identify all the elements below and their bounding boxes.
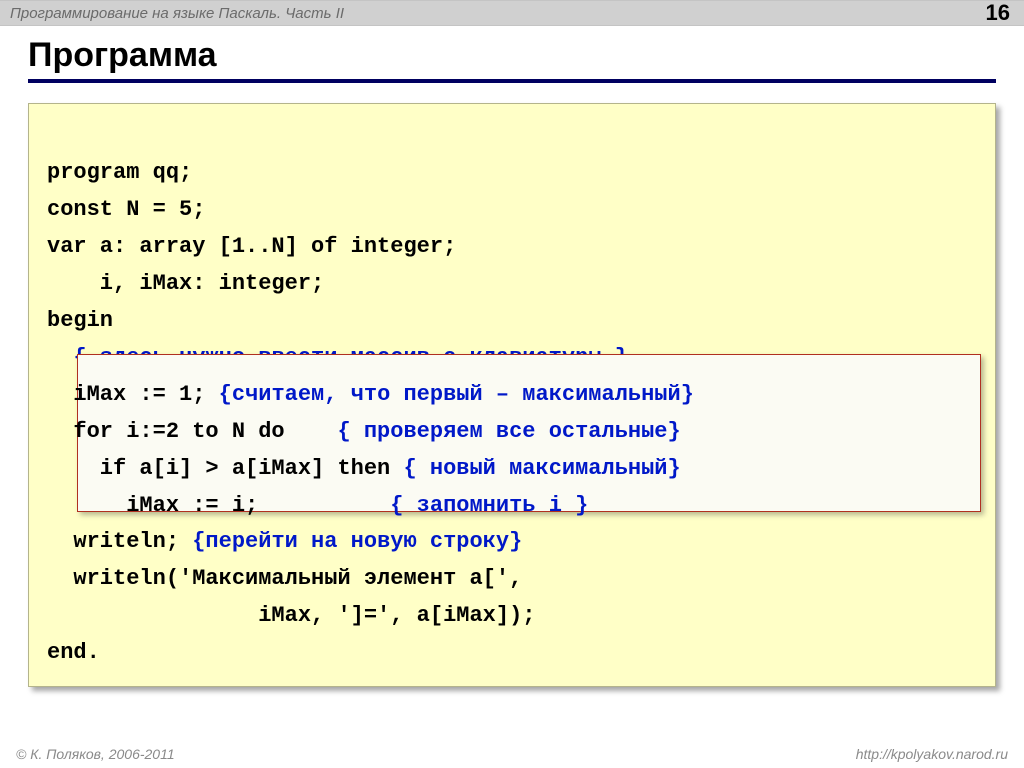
code-line: const N = 5;	[47, 197, 205, 222]
footer-url: http://kpolyakov.narod.ru	[856, 746, 1008, 762]
code-comment: {считаем, что первый – максимальный}	[219, 382, 694, 407]
footer: © К. Поляков, 2006-2011 http://kpolyakov…	[0, 746, 1024, 762]
code-line: iMax, ']=', a[iMax]);	[47, 603, 535, 628]
code-line: program qq;	[47, 160, 192, 185]
code-text: writeln;	[47, 529, 192, 554]
copyright: © К. Поляков, 2006-2011	[16, 746, 175, 762]
code-comment: {перейти на новую строку}	[192, 529, 522, 554]
code-text: iMax := i;	[47, 493, 390, 518]
code-text: for i:=2 to N do	[47, 419, 337, 444]
code-line: writeln('Максимальный элемент a[',	[47, 566, 522, 591]
code-comment: { новый максимальный}	[403, 456, 680, 481]
code-indent	[47, 345, 73, 370]
code-line: i, iMax: integer;	[47, 271, 324, 296]
content-area: program qq; const N = 5; var a: array [1…	[0, 83, 1024, 768]
slide-title: Программа	[28, 36, 996, 75]
code-text: if a[i] > a[iMax] then	[47, 456, 403, 481]
code-box: program qq; const N = 5; var a: array [1…	[28, 103, 996, 687]
code-text: iMax := 1;	[47, 382, 219, 407]
page-number: 16	[986, 0, 1010, 26]
code-comment: { запомнить i }	[390, 493, 588, 518]
code-line: begin	[47, 308, 113, 333]
code-comment: { проверяем все остальные}	[337, 419, 680, 444]
code-comment: { здесь нужно ввести массив с клавиатуры…	[73, 345, 628, 370]
code-line: var a: array [1..N] of integer;	[47, 234, 456, 259]
course-title: Программирование на языке Паскаль. Часть…	[10, 5, 344, 22]
code-line: end.	[47, 640, 100, 665]
top-bar: Программирование на языке Паскаль. Часть…	[0, 0, 1024, 26]
slide: Программирование на языке Паскаль. Часть…	[0, 0, 1024, 768]
title-area: Программа	[0, 26, 1024, 83]
